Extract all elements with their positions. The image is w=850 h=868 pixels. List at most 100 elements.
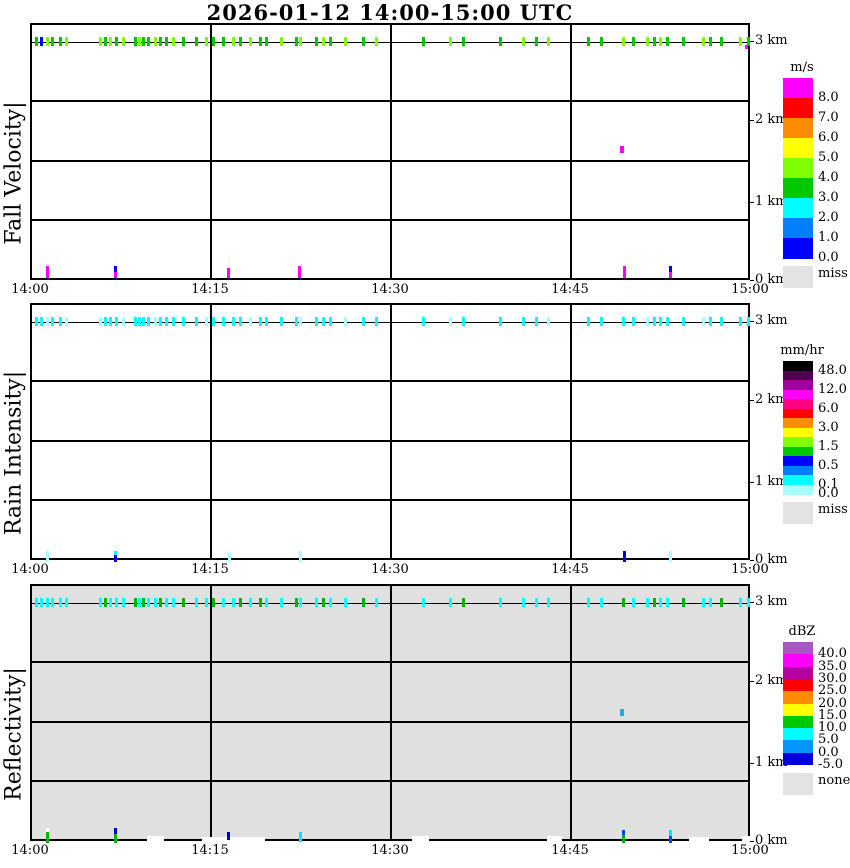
- data-mark: [46, 37, 49, 46]
- y-tick-mark: [750, 202, 754, 203]
- data-mark: [653, 37, 656, 46]
- data-mark: [259, 317, 262, 326]
- data-mark: [138, 317, 141, 326]
- data-mark: [114, 834, 117, 843]
- data-mark: [195, 598, 198, 607]
- colorbar-tick-label: 1.0: [818, 230, 839, 245]
- data-mark: [205, 598, 208, 607]
- data-mark: [165, 37, 168, 46]
- colorbar-tick-label: 6.0: [818, 400, 839, 416]
- x-tick-label: 14:15: [191, 562, 229, 577]
- x-tick-label: 14:00: [11, 282, 49, 297]
- data-mark: [600, 37, 603, 46]
- data-mark: [666, 37, 669, 46]
- data-mark: [362, 37, 365, 46]
- panel-reflectivity: [30, 584, 750, 843]
- colorbar-segment: [783, 98, 813, 119]
- data-mark: [239, 37, 242, 46]
- colorbar-missing-swatch: [783, 773, 813, 795]
- data-mark: [666, 317, 669, 326]
- data-mark: [659, 37, 662, 46]
- data-mark: [547, 37, 550, 46]
- data-mark: [59, 317, 62, 326]
- chart-canvas: 2026-01-12 14:00-15:00 UTC Fall Velocity…: [0, 0, 850, 868]
- data-mark: [587, 37, 590, 46]
- panel-fall-velocity: [30, 23, 750, 280]
- gridline-vertical: [570, 25, 572, 278]
- colorbar-segment: [783, 678, 813, 692]
- colorbar-segment: [783, 399, 813, 409]
- colorbar-missing-label: miss: [818, 266, 848, 281]
- data-mark: [344, 37, 347, 46]
- data-mark: [142, 317, 145, 326]
- data-mark: [138, 598, 141, 607]
- y-tick-mark: [750, 602, 754, 603]
- data-mark: [122, 37, 125, 46]
- x-tick-label: 14:45: [551, 843, 589, 858]
- data-mark: [299, 598, 302, 607]
- data-mark: [295, 598, 298, 607]
- data-mark: [702, 317, 705, 326]
- data-mark: [623, 266, 626, 278]
- data-mark: [65, 37, 68, 46]
- data-mark: [280, 598, 283, 607]
- data-mark: [646, 317, 649, 326]
- data-mark: [40, 317, 43, 326]
- data-mark: [720, 317, 723, 326]
- data-mark: [104, 598, 107, 607]
- data-mark: [329, 317, 332, 326]
- data-mark: [65, 317, 68, 326]
- x-tick-label: 14:00: [11, 562, 49, 577]
- data-mark: [46, 266, 49, 278]
- x-tick-label: 14:30: [371, 843, 409, 858]
- data-mark: [702, 598, 705, 607]
- colorbar-segment: [783, 418, 813, 428]
- data-mark: [499, 598, 502, 607]
- data-mark: [122, 598, 125, 607]
- data-mark: [147, 37, 150, 46]
- data-mark: [547, 598, 550, 607]
- gridline-vertical: [210, 305, 212, 558]
- data-mark: [422, 37, 425, 46]
- data-mark: [35, 37, 38, 46]
- data-mark: [449, 317, 452, 326]
- data-mark: [375, 598, 378, 607]
- colorbar-segment: [783, 408, 813, 419]
- data-mark: [299, 551, 302, 562]
- colorbar-missing-label: none: [818, 773, 850, 788]
- data-mark: [587, 598, 590, 607]
- data-mark: [622, 37, 625, 46]
- colorbar-segment: [783, 238, 813, 259]
- gridline-vertical: [570, 305, 572, 558]
- data-mark: [249, 37, 252, 46]
- colorbar-segment: [783, 703, 813, 717]
- data-mark: [259, 37, 262, 46]
- data-mark: [182, 598, 185, 607]
- colorbar-segment: [783, 666, 813, 680]
- colorbar-missing-swatch: [783, 266, 813, 288]
- data-mark: [499, 37, 502, 46]
- y-tick-mark: [750, 763, 754, 764]
- data-mark: [280, 37, 283, 46]
- colorbar-segment: [783, 456, 813, 466]
- y-tick-label: 0 km: [755, 552, 788, 567]
- colorbar-tick-label: 0.5: [818, 457, 839, 473]
- data-mark: [682, 37, 685, 46]
- data-mark: [666, 598, 669, 607]
- data-mark: [739, 37, 742, 46]
- colorbar-tick-label: 0.0: [818, 250, 839, 265]
- colorbar-segment: [783, 752, 813, 766]
- data-mark: [109, 598, 112, 607]
- data-mark: [702, 37, 705, 46]
- data-mark: [142, 37, 145, 46]
- data-mark: [115, 37, 118, 46]
- gridline-vertical: [570, 586, 572, 839]
- data-mark: [172, 598, 175, 607]
- y-tick-mark: [750, 841, 754, 842]
- y-tick-mark: [750, 482, 754, 483]
- data-mark: [212, 317, 215, 326]
- data-mark: [249, 317, 252, 326]
- data-mark: [299, 832, 302, 842]
- data-mark: [646, 37, 649, 46]
- colorbar-tick-label: 12.0: [818, 381, 847, 397]
